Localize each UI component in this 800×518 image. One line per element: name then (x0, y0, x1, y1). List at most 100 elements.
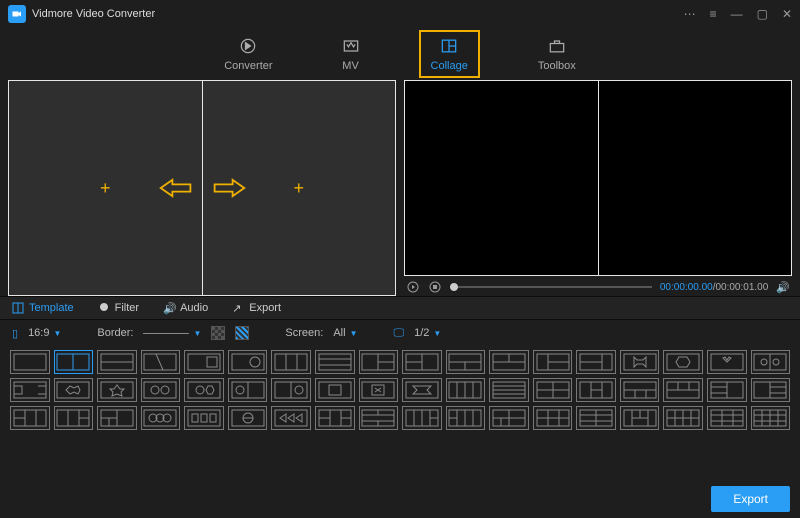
layout-38[interactable] (54, 406, 94, 430)
layout-35[interactable] (707, 378, 747, 402)
layout-5[interactable] (184, 350, 224, 374)
layout-10[interactable] (402, 350, 442, 374)
layout-39[interactable] (97, 406, 137, 430)
ratio-icon: ▯ (12, 327, 18, 340)
layout-20[interactable] (54, 378, 94, 402)
collage-slot-1[interactable]: + (9, 81, 203, 295)
export-icon: ↗ (232, 302, 244, 314)
subtab-template[interactable]: Template (12, 302, 74, 314)
ratio-select[interactable]: 16:9 ▼ (28, 327, 61, 339)
layout-27[interactable] (359, 378, 399, 402)
toolbox-icon (547, 36, 567, 56)
nav-converter[interactable]: Converter (214, 32, 282, 76)
play-button[interactable] (406, 280, 420, 294)
volume-icon[interactable]: 🔊 (776, 281, 790, 294)
layout-52[interactable] (663, 406, 703, 430)
layout-53[interactable] (707, 406, 747, 430)
menu-icon[interactable]: ≡ (710, 7, 717, 21)
layout-36[interactable] (751, 378, 791, 402)
subtab-audio[interactable]: 🔊 Audio (163, 302, 208, 314)
page-select[interactable]: 1/2 ▼ (414, 327, 441, 339)
layout-30[interactable] (489, 378, 529, 402)
layout-7[interactable] (271, 350, 311, 374)
layout-18[interactable] (751, 350, 791, 374)
nav-collage[interactable]: Collage (419, 30, 480, 78)
layout-9[interactable] (359, 350, 399, 374)
feedback-icon[interactable]: ⋯ (684, 7, 696, 21)
collage-canvas[interactable]: + + (8, 80, 396, 296)
layout-17[interactable] (707, 350, 747, 374)
layout-49[interactable] (533, 406, 573, 430)
layout-2[interactable] (54, 350, 94, 374)
layout-41[interactable] (184, 406, 224, 430)
layout-54[interactable] (751, 406, 791, 430)
seek-bar[interactable] (450, 286, 652, 288)
time-display: 00:00:00.00/00:00:01.00 (660, 282, 768, 293)
collage-icon (439, 36, 459, 56)
layout-40[interactable] (141, 406, 181, 430)
stop-button[interactable] (428, 280, 442, 294)
layout-31[interactable] (533, 378, 573, 402)
layout-29[interactable] (446, 378, 486, 402)
layout-28[interactable] (402, 378, 442, 402)
arrow-right-icon (211, 176, 247, 200)
layout-14[interactable] (576, 350, 616, 374)
layout-32[interactable] (576, 378, 616, 402)
subtab-filter[interactable]: Filter (98, 302, 139, 314)
nav-toolbox[interactable]: Toolbox (528, 32, 586, 76)
layout-gallery (0, 346, 800, 434)
layout-21[interactable] (97, 378, 137, 402)
layout-23[interactable] (184, 378, 224, 402)
preview-canvas (404, 80, 792, 276)
app-logo (8, 5, 26, 23)
app-title: Vidmore Video Converter (32, 8, 155, 20)
layout-11[interactable] (446, 350, 486, 374)
layout-22[interactable] (141, 378, 181, 402)
border-style-select[interactable]: ▼ (143, 329, 201, 338)
layout-13[interactable] (533, 350, 573, 374)
maximize-icon[interactable]: ▢ (757, 7, 768, 21)
layout-8[interactable] (315, 350, 355, 374)
layout-3[interactable] (97, 350, 137, 374)
layout-15[interactable] (620, 350, 660, 374)
layout-42[interactable] (228, 406, 268, 430)
screen-select[interactable]: All ▼ (333, 327, 357, 339)
collage-slot-2[interactable]: + (203, 81, 396, 295)
screen-label: Screen: (285, 327, 323, 339)
layout-26[interactable] (315, 378, 355, 402)
layout-45[interactable] (359, 406, 399, 430)
export-button[interactable]: Export (711, 486, 790, 512)
layout-43[interactable] (271, 406, 311, 430)
subtab-export[interactable]: ↗ Export (232, 302, 281, 314)
template-icon (12, 302, 24, 314)
border-pattern-picker[interactable] (235, 326, 249, 340)
layout-34[interactable] (663, 378, 703, 402)
layout-33[interactable] (620, 378, 660, 402)
layout-46[interactable] (402, 406, 442, 430)
monitor-icon: 🖵 (393, 327, 404, 340)
layout-4[interactable] (141, 350, 181, 374)
layout-24[interactable] (228, 378, 268, 402)
border-color-picker[interactable] (211, 326, 225, 340)
layout-47[interactable] (446, 406, 486, 430)
close-icon[interactable]: ✕ (782, 7, 792, 21)
layout-48[interactable] (489, 406, 529, 430)
filter-icon (98, 302, 110, 314)
layout-50[interactable] (576, 406, 616, 430)
preview-slot-1 (405, 81, 599, 275)
layout-51[interactable] (620, 406, 660, 430)
nav-mv[interactable]: MV (331, 32, 371, 76)
converter-icon (238, 36, 258, 56)
layout-19[interactable] (10, 378, 50, 402)
layout-25[interactable] (271, 378, 311, 402)
layout-44[interactable] (315, 406, 355, 430)
layout-37[interactable] (10, 406, 50, 430)
mv-icon (341, 36, 361, 56)
layout-6[interactable] (228, 350, 268, 374)
layout-1[interactable] (10, 350, 50, 374)
layout-12[interactable] (489, 350, 529, 374)
audio-icon: 🔊 (163, 302, 175, 314)
layout-16[interactable] (663, 350, 703, 374)
minimize-icon[interactable]: — (731, 7, 743, 21)
preview-slot-2 (599, 81, 792, 275)
